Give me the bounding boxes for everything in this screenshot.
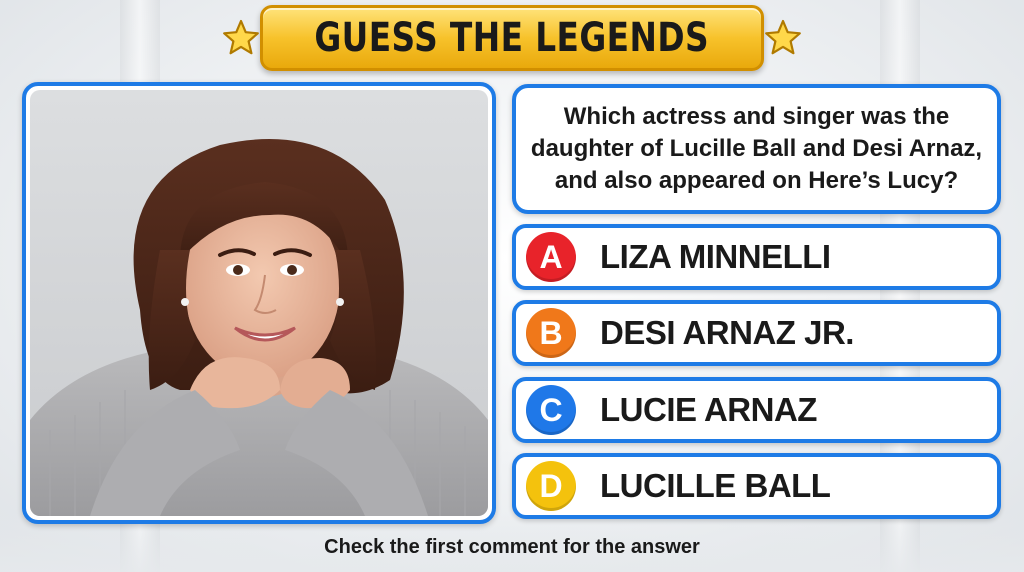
answer-option-c[interactable]: C LUCIE ARNAZ bbox=[512, 377, 1001, 443]
page-title: GUESS THE LEGENDS bbox=[314, 15, 710, 61]
title-banner: GUESS THE LEGENDS bbox=[223, 5, 801, 71]
portrait-photo bbox=[30, 90, 488, 516]
question-box: Which actress and singer was the daughte… bbox=[512, 84, 1001, 214]
footer-note: Check the first comment for the answer bbox=[324, 536, 700, 558]
photo-frame bbox=[22, 82, 496, 524]
star-icon bbox=[764, 19, 801, 55]
answer-letter-badge: B bbox=[526, 308, 576, 358]
answer-label: LIZA MINNELLI bbox=[600, 238, 831, 275]
answer-letter-badge: C bbox=[526, 385, 576, 435]
answer-label: LUCILLE BALL bbox=[600, 467, 831, 504]
answer-option-d[interactable]: D LUCILLE BALL bbox=[512, 453, 1001, 519]
answer-letter-badge: A bbox=[526, 232, 576, 282]
answer-label: LUCIE ARNAZ bbox=[600, 391, 817, 428]
answer-label: DESI ARNAZ JR. bbox=[600, 314, 854, 351]
star-icon bbox=[223, 19, 260, 55]
answer-option-b[interactable]: B DESI ARNAZ JR. bbox=[512, 300, 1001, 366]
answer-letter-badge: D bbox=[526, 461, 576, 511]
question-text: Which actress and singer was the daughte… bbox=[530, 103, 983, 194]
answer-option-a[interactable]: A LIZA MINNELLI bbox=[512, 224, 1001, 290]
